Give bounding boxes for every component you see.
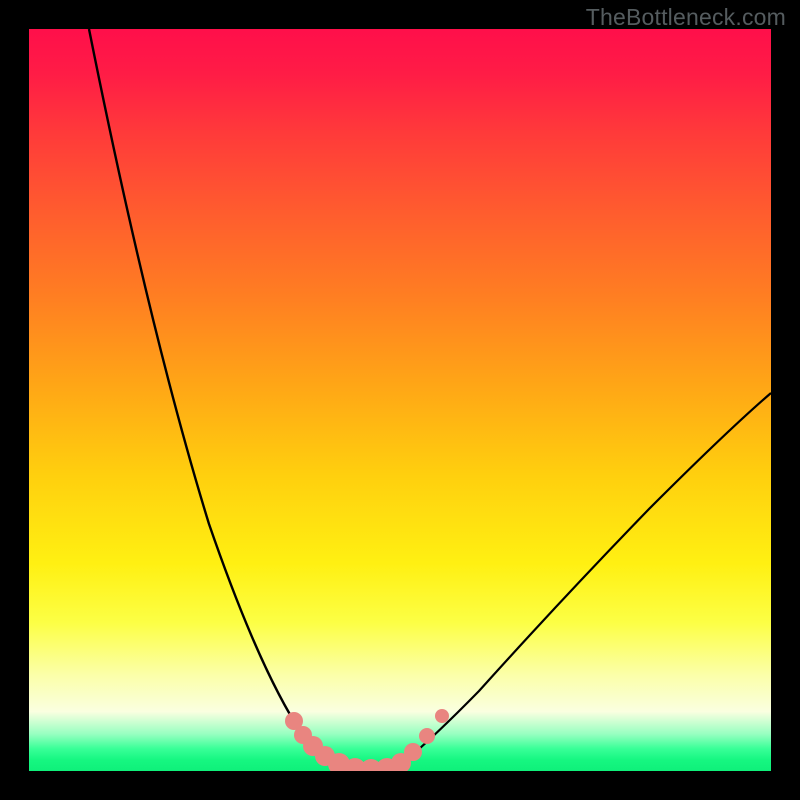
marker-dot bbox=[404, 743, 422, 761]
plot-area bbox=[29, 29, 771, 771]
marker-dot bbox=[419, 728, 435, 744]
chart-svg bbox=[29, 29, 771, 771]
marker-dot bbox=[435, 709, 449, 723]
left-curve bbox=[89, 29, 341, 766]
outer-frame: TheBottleneck.com bbox=[0, 0, 800, 800]
right-curve bbox=[399, 393, 771, 766]
watermark-text: TheBottleneck.com bbox=[586, 4, 786, 31]
trough-markers bbox=[285, 709, 449, 771]
